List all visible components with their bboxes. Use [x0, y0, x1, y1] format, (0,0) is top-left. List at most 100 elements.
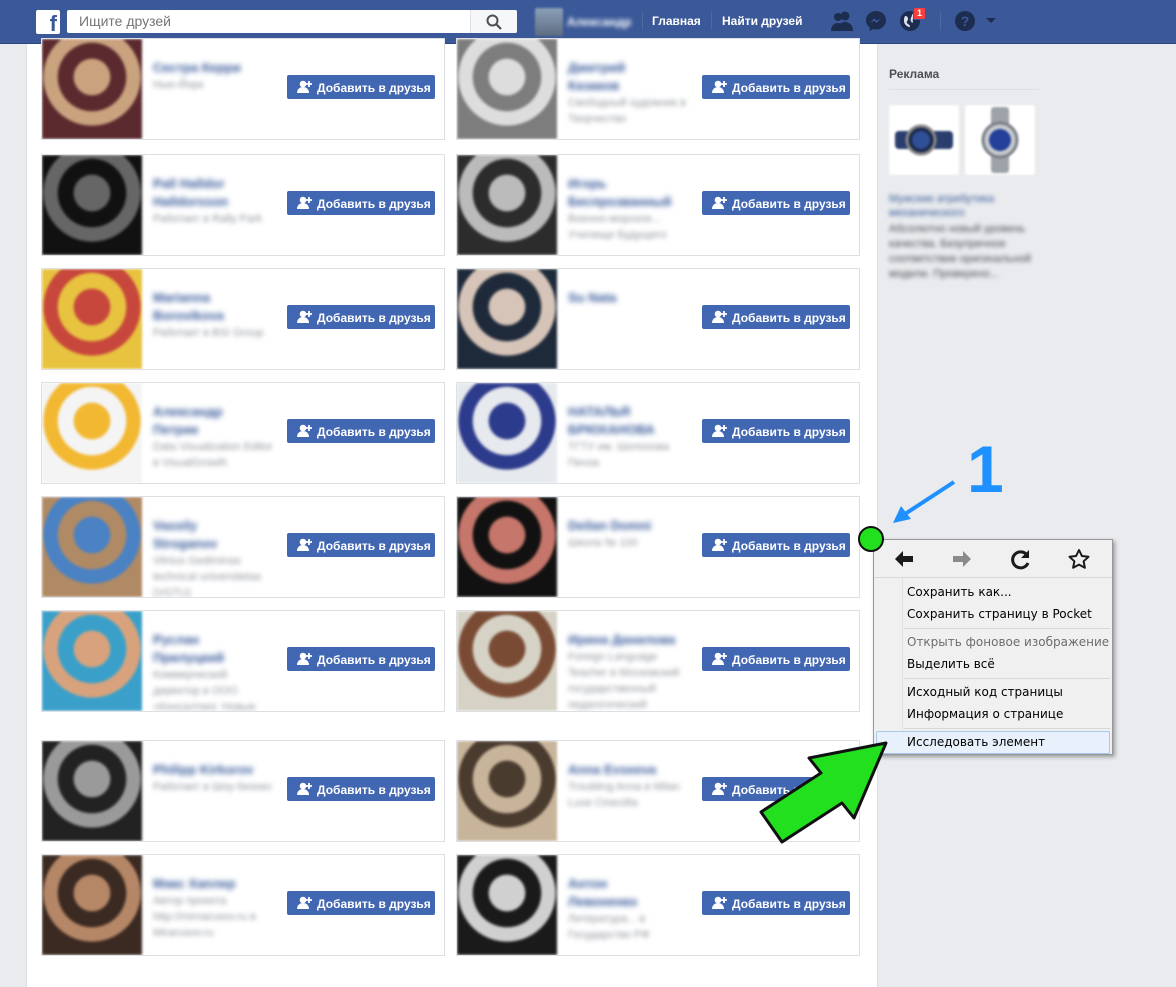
profile-photo[interactable]	[457, 855, 557, 955]
person-details: Автор проекта http://mirnarusov.ru в Mir…	[153, 895, 256, 939]
add-friend-button[interactable]: Добавить в друзья	[702, 419, 850, 443]
add-friend-label: Добавить в друзья	[732, 783, 846, 797]
menu-item-view-source[interactable]: Исходный код страницы	[907, 685, 1063, 699]
menu-item-select-all[interactable]: Выделить всё	[907, 657, 995, 671]
back-arrow-icon[interactable]	[892, 548, 916, 570]
profile-photo[interactable]	[42, 155, 142, 255]
profile-photo[interactable]	[42, 855, 142, 955]
menu-item-page-info[interactable]: Информация о странице	[907, 707, 1063, 721]
add-friend-button[interactable]: Добавить в друзья	[702, 191, 850, 215]
profile-photo[interactable]	[457, 383, 557, 483]
menu-item-open-background: Открыть фоновое изображение	[907, 635, 1110, 649]
person-name[interactable]: Александр Петрик	[153, 403, 263, 439]
add-friend-button[interactable]: Добавить в друзья	[702, 777, 850, 801]
profile-photo[interactable]	[457, 497, 557, 597]
avatar	[535, 8, 563, 36]
divider	[642, 12, 643, 30]
friend-suggestion-card: Ирина Данилова Foreign Language Teacher в…	[456, 610, 860, 712]
person-name[interactable]: Vassily Stroganov	[153, 517, 263, 553]
add-friend-icon	[712, 538, 727, 551]
reload-icon[interactable]	[1009, 548, 1033, 570]
add-friend-button[interactable]: Добавить в друзья	[287, 647, 435, 671]
person-details: Troubling Anna в Milan Luxe Cinecitta	[568, 781, 680, 809]
menu-item-save-pocket[interactable]: Сохранить страницу в Pocket	[907, 607, 1092, 621]
add-friend-icon	[712, 196, 727, 209]
add-friend-icon	[297, 896, 312, 909]
profile-photo[interactable]	[42, 741, 142, 841]
menu-item-inspect-element[interactable]: Исследовать элемент	[907, 735, 1045, 749]
menu-item-save-as[interactable]: Сохранить как...	[907, 585, 1012, 599]
friend-suggestion-card: Pall Halldor Halldorsson Работает в Rally…	[41, 154, 445, 256]
profile-photo[interactable]	[42, 39, 142, 139]
help-icon[interactable]: ?	[954, 10, 976, 32]
divider	[904, 628, 1110, 629]
facebook-logo[interactable]: f	[36, 10, 60, 36]
divider	[711, 12, 712, 30]
profile-photo[interactable]	[42, 383, 142, 483]
messenger-icon[interactable]	[865, 10, 887, 32]
friend-suggestion-card: Philipp Kirkorov Работает в Шоу-бизнес Доб…	[41, 740, 445, 842]
add-friend-icon	[712, 424, 727, 437]
add-friend-button[interactable]: Добавить в друзья	[287, 891, 435, 915]
add-friend-button[interactable]: Добавить в друзья	[287, 305, 435, 329]
forward-arrow-icon[interactable]	[950, 548, 974, 570]
person-name[interactable]: Антон Левоненко	[568, 875, 678, 911]
person-name[interactable]: Marianna Borovikova	[153, 289, 263, 325]
person-details: Работает в BSI Group	[153, 327, 264, 339]
bookmark-star-icon[interactable]	[1067, 548, 1091, 570]
chevron-down-icon[interactable]	[985, 17, 997, 25]
profile-photo[interactable]	[42, 269, 142, 369]
nav-home[interactable]: Главная	[652, 14, 701, 28]
ad-title[interactable]: Мужские атрибутика механического	[889, 192, 1039, 220]
person-name[interactable]: НАТАЛЬЯ БРЮХАНОВА	[568, 403, 678, 439]
search-button[interactable]	[470, 10, 517, 33]
person-name[interactable]: Philipp Kirkorov	[153, 761, 263, 779]
profile-name: Александр	[567, 15, 632, 29]
add-friend-button[interactable]: Добавить в друзья	[287, 777, 435, 801]
person-name[interactable]: Сестра Керри	[153, 59, 263, 77]
add-friend-button[interactable]: Добавить в друзья	[702, 75, 850, 99]
friend-suggestion-card: Anna Evseeva Troubling Anna в Milan Luxe …	[456, 740, 860, 842]
step-number-label: 1	[967, 432, 1004, 506]
person-name[interactable]: Руслан Прилуцкий	[153, 631, 263, 667]
profile-photo[interactable]	[457, 269, 557, 369]
person-details: Работает в Шоу-бизнес	[153, 781, 273, 793]
profile-photo[interactable]	[457, 611, 557, 711]
person-name[interactable]: Deilan Domni	[568, 517, 678, 535]
add-friend-button[interactable]: Добавить в друзья	[287, 191, 435, 215]
search-input[interactable]	[67, 10, 479, 31]
person-name[interactable]: Дмитрий Казаков	[568, 59, 678, 95]
friend-requests-icon[interactable]	[830, 10, 854, 32]
friend-suggestion-card: Игорь Беспрозванный Военно-морское... Учи…	[456, 154, 860, 256]
divider	[904, 678, 1110, 679]
profile-photo[interactable]	[42, 611, 142, 711]
ad-image[interactable]	[888, 104, 960, 176]
person-details: Нью-Йорк	[153, 79, 204, 91]
add-friend-button[interactable]: Добавить в друзья	[287, 75, 435, 99]
divider	[940, 12, 941, 30]
divider	[874, 577, 1112, 578]
profile-photo[interactable]	[457, 741, 557, 841]
profile-photo[interactable]	[457, 39, 557, 139]
add-friend-button[interactable]: Добавить в друзья	[702, 891, 850, 915]
nav-find-friends[interactable]: Найти друзей	[722, 14, 802, 28]
add-friend-button[interactable]: Добавить в друзья	[702, 533, 850, 557]
add-friend-icon	[297, 310, 312, 323]
add-friend-button[interactable]: Добавить в друзья	[287, 419, 435, 443]
add-friend-button[interactable]: Добавить в друзья	[702, 647, 850, 671]
add-friend-icon	[297, 538, 312, 551]
person-name[interactable]: Su Nata	[568, 289, 678, 307]
profile-photo[interactable]	[42, 497, 142, 597]
add-friend-icon	[297, 782, 312, 795]
friend-suggestion-card: Marianna Borovikova Работает в BSI Group Д…	[41, 268, 445, 370]
add-friend-button[interactable]: Добавить в друзья	[702, 305, 850, 329]
person-name[interactable]: Ирина Данилова	[568, 631, 678, 649]
add-friend-button[interactable]: Добавить в друзья	[287, 533, 435, 557]
ads-title: Реклама	[889, 67, 940, 81]
person-name[interactable]: Pall Halldor Halldorsson	[153, 175, 263, 211]
person-name[interactable]: Макс Хаплер	[153, 875, 263, 893]
person-name[interactable]: Anna Evseeva	[568, 761, 678, 779]
ad-image[interactable]	[964, 104, 1036, 176]
profile-photo[interactable]	[457, 155, 557, 255]
person-name[interactable]: Игорь Беспрозванный	[568, 175, 678, 211]
